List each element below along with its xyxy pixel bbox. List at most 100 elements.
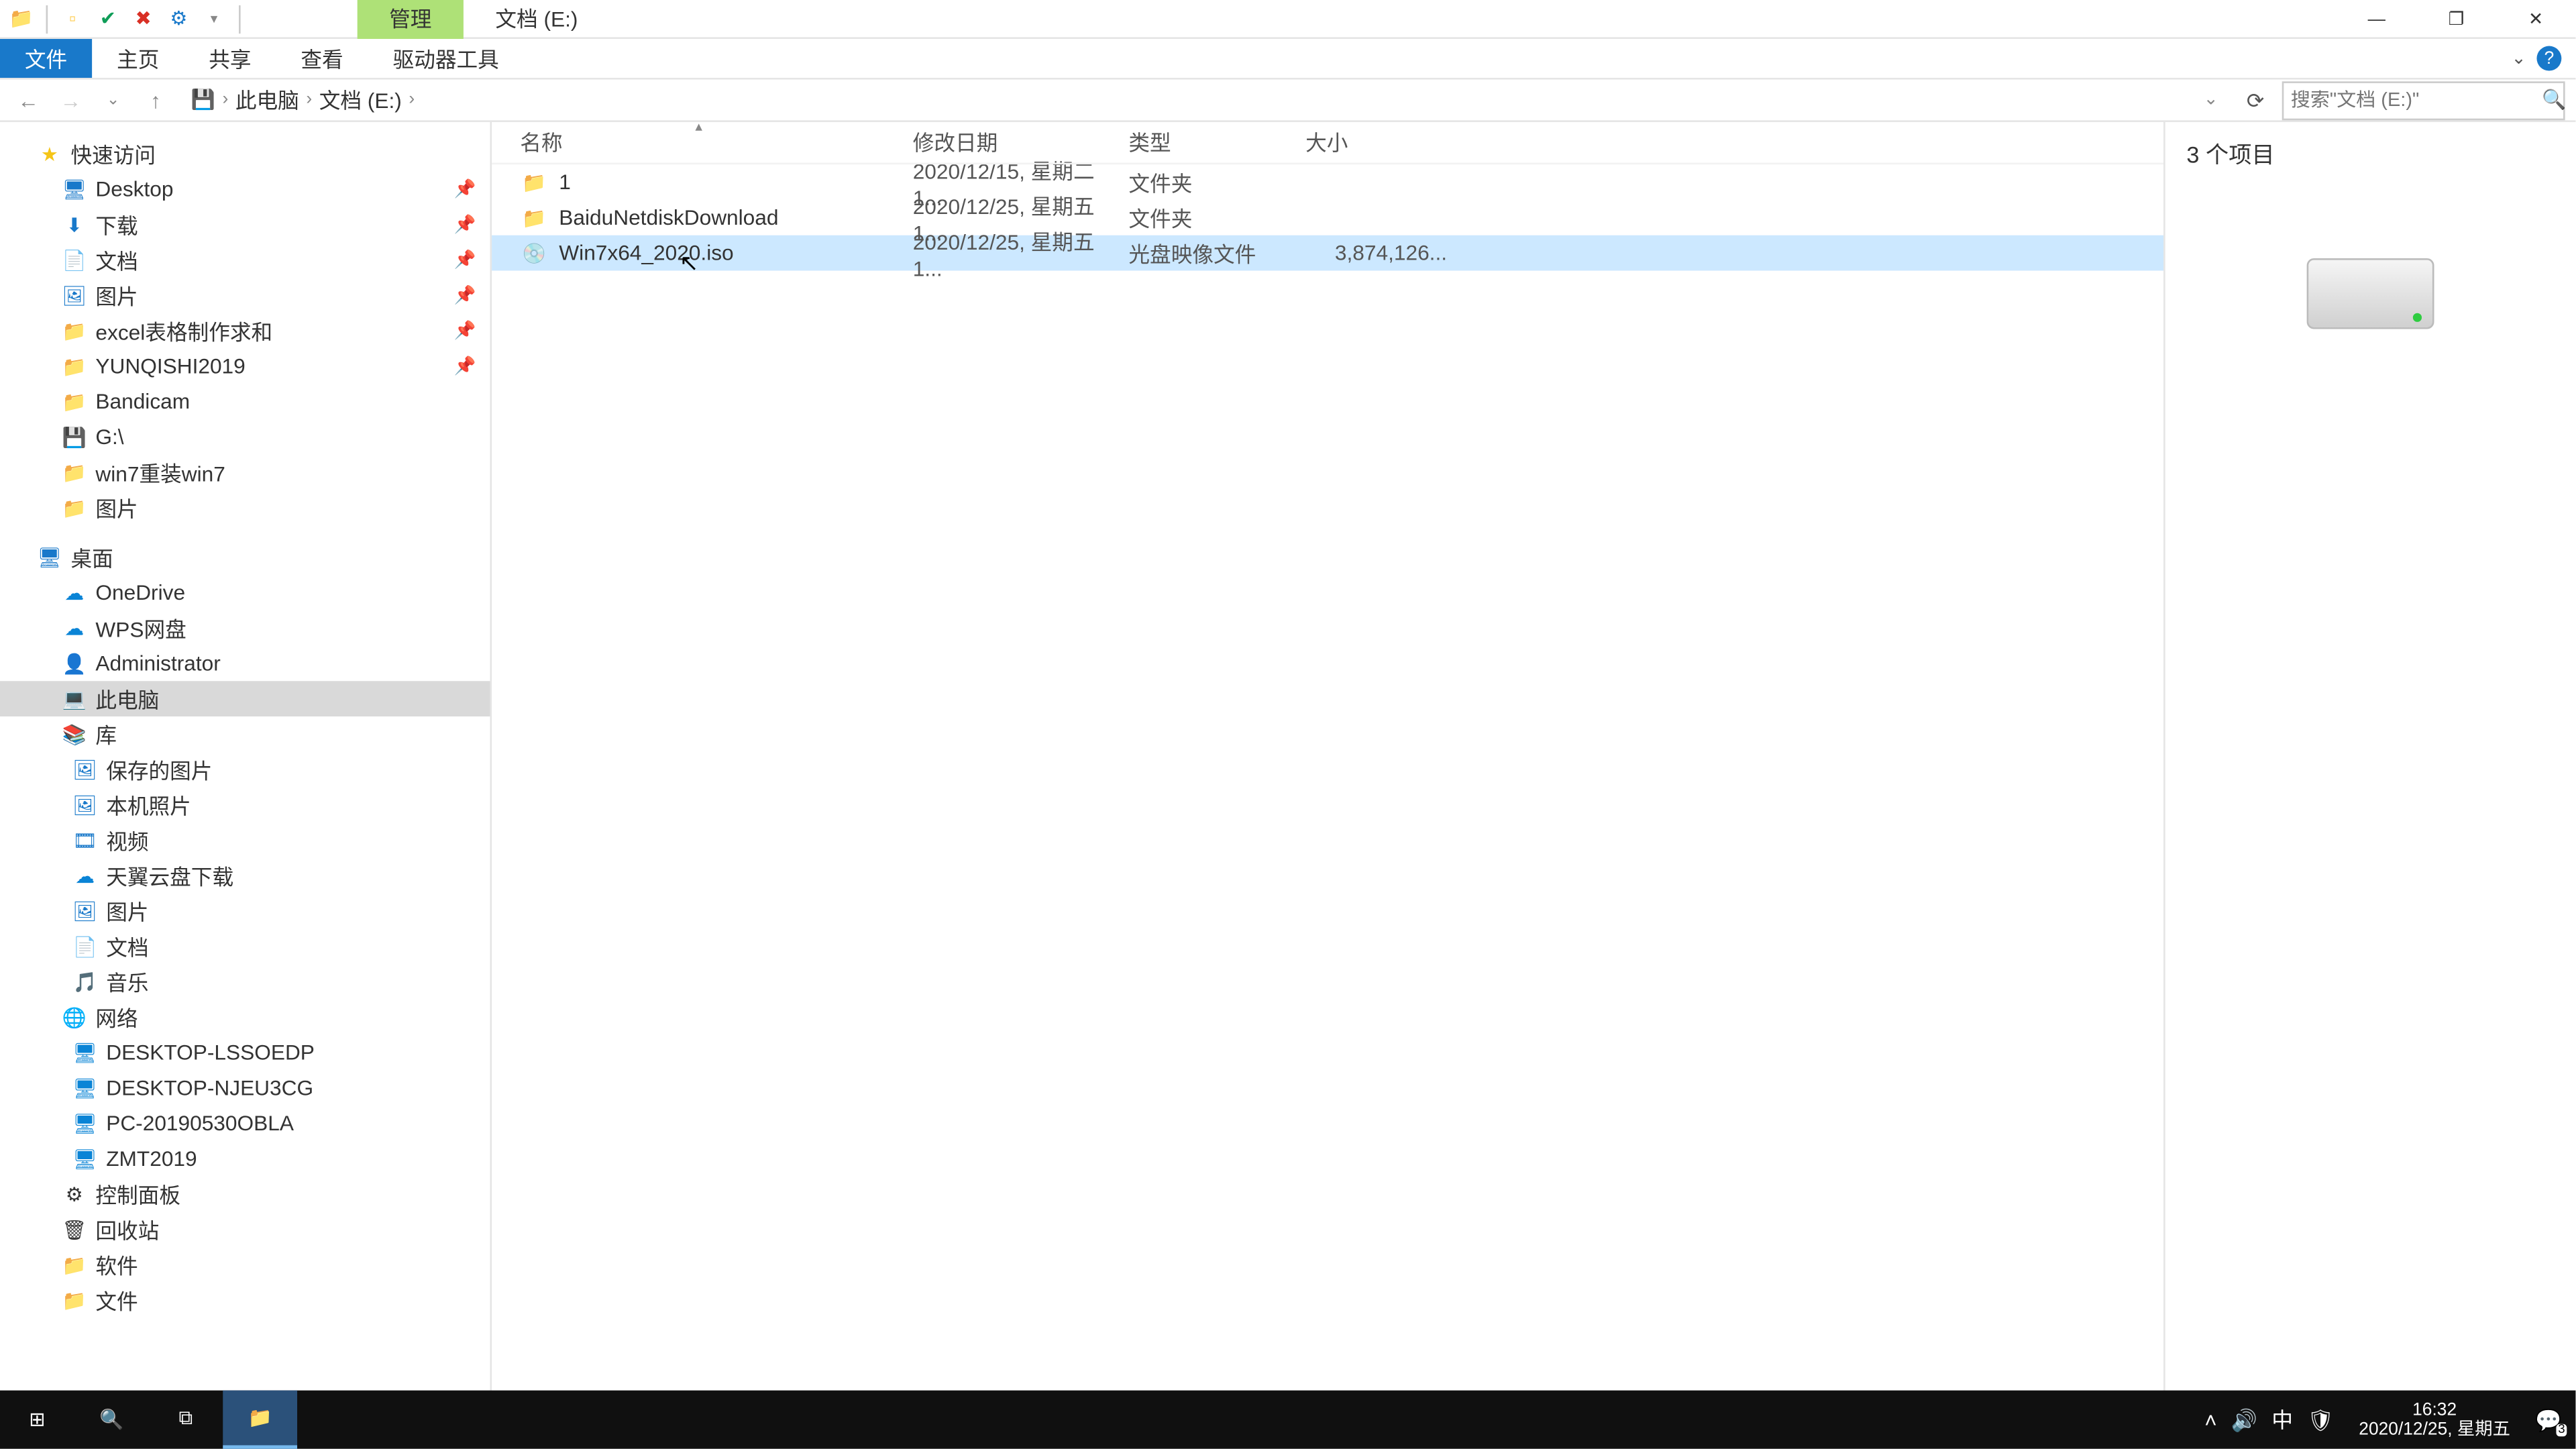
tree-item-tianyi[interactable]: ☁天翼云盘下载 <box>0 858 490 894</box>
tree-label: Bandicam <box>95 389 190 414</box>
qat-close-icon[interactable]: ✖ <box>129 5 158 33</box>
tree-item-pictures[interactable]: 🖼图片📌 <box>0 278 490 313</box>
tree-item-documents2[interactable]: 📄文档 <box>0 928 490 964</box>
start-button[interactable]: ⊞ <box>0 1391 74 1449</box>
tree-item-videos[interactable]: 🎞视频 <box>0 822 490 858</box>
search-button[interactable]: 🔍 <box>74 1391 149 1449</box>
notification-badge: 3 <box>2557 1423 2567 1435</box>
qat-dropdown-icon[interactable]: ▾ <box>200 5 228 33</box>
ribbon-tab-home[interactable]: 主页 <box>92 39 184 78</box>
taskbar-clock[interactable]: 16:32 2020/12/25, 星期五 <box>2348 1400 2520 1439</box>
search-input[interactable] <box>2291 89 2542 111</box>
taskbar: ⊞ 🔍 ⧉ 📁 ˄ 🔊 中 🛡 16:32 2020/12/25, 星期五 💬3 <box>0 1391 2575 1449</box>
search-box[interactable]: 🔍 <box>2282 80 2565 119</box>
drive-icon: 💾 <box>191 89 215 111</box>
ribbon-tab-view[interactable]: 查看 <box>276 39 368 78</box>
column-header-type[interactable]: 类型 <box>1128 127 1305 158</box>
tree-label: DESKTOP-LSSOEDP <box>106 1040 315 1065</box>
address-box[interactable]: 💾 › 此电脑 › 文档 (E:) › ⌄ <box>180 80 2229 119</box>
tree-item-network-pc1[interactable]: 🖥DESKTOP-LSSOEDP <box>0 1035 490 1071</box>
windows-icon: ⊞ <box>29 1408 45 1431</box>
tree-item-files[interactable]: 📁文件 <box>0 1283 490 1318</box>
search-icon[interactable]: 🔍 <box>2542 89 2566 111</box>
search-icon: 🔍 <box>99 1408 123 1431</box>
minimize-button[interactable]: — <box>2337 0 2416 39</box>
tree-item-network-pc2[interactable]: 🖥DESKTOP-NJEU3CG <box>0 1070 490 1106</box>
address-dropdown-icon[interactable]: ⌄ <box>2204 90 2218 109</box>
security-icon[interactable]: 🛡 <box>2307 1407 2334 1432</box>
tree-item-saved-pictures[interactable]: 🖼保存的图片 <box>0 752 490 788</box>
tree-item-desktop[interactable]: 🖥Desktop📌 <box>0 172 490 207</box>
forward-button[interactable]: → <box>53 83 89 118</box>
window-controls: — ❐ ✕ <box>2337 0 2575 39</box>
maximize-button[interactable]: ❐ <box>2416 0 2496 39</box>
column-header-size[interactable]: 大小 <box>1305 127 1447 158</box>
document-icon: 📄 <box>70 932 99 961</box>
folder-icon: 📁 <box>60 494 89 522</box>
tree-item-win7reinstall[interactable]: 📁win7重装win7 <box>0 455 490 490</box>
tree-item-network-pc3[interactable]: 🖥PC-20190530OBLA <box>0 1106 490 1141</box>
tree-item-control-panel[interactable]: ⚙控制面板 <box>0 1177 490 1212</box>
ribbon-tab-file[interactable]: 文件 <box>0 39 92 78</box>
task-view-button[interactable]: ⧉ <box>149 1391 223 1449</box>
tray-overflow-icon[interactable]: ˄ <box>2204 1407 2217 1432</box>
volume-icon[interactable]: 🔊 <box>2231 1407 2257 1432</box>
back-button[interactable]: ← <box>11 83 46 118</box>
tree-item-network[interactable]: 🌐网络 <box>0 1000 490 1035</box>
column-header-name[interactable]: 名称 <box>520 127 912 158</box>
system-tray: ˄ 🔊 中 🛡 16:32 2020/12/25, 星期五 💬3 <box>2190 1391 2575 1449</box>
tree-label: 天翼云盘下载 <box>106 861 233 891</box>
recent-locations-dropdown[interactable]: ⌄ <box>95 83 131 118</box>
tree-item-pictures2[interactable]: 📁图片 <box>0 490 490 525</box>
tree-item-downloads[interactable]: ⬇下载📌 <box>0 207 490 243</box>
file-row[interactable]: 📁 1 2020/12/15, 星期二 1... 文件夹 <box>492 164 2163 200</box>
ime-indicator[interactable]: 中 <box>2271 1405 2293 1435</box>
breadcrumb-this-pc[interactable]: 此电脑 <box>235 85 299 115</box>
tree-item-recycle-bin[interactable]: 🗑回收站 <box>0 1212 490 1247</box>
tree-item-yunqishi[interactable]: 📁YUNQISHI2019📌 <box>0 348 490 384</box>
tree-item-bandicam[interactable]: 📁Bandicam <box>0 384 490 419</box>
tree-desktop-root[interactable]: 🖥桌面 <box>0 539 490 575</box>
tree-item-onedrive[interactable]: ☁OneDrive <box>0 575 490 610</box>
tree-item-music[interactable]: 🎵音乐 <box>0 964 490 1000</box>
ribbon-tab-share[interactable]: 共享 <box>184 39 276 78</box>
folder-icon: 📁 <box>60 1286 89 1314</box>
ribbon-tab-drive-tools[interactable]: 驱动器工具 <box>368 39 524 78</box>
column-header-date[interactable]: 修改日期 <box>913 127 1129 158</box>
qat-folder-icon[interactable]: ▫ <box>58 5 87 33</box>
star-icon: ★ <box>36 140 64 168</box>
tree-quick-access[interactable]: ★ 快速访问 <box>0 136 490 172</box>
qat-check-icon[interactable]: ✔ <box>94 5 122 33</box>
tree-item-pictures3[interactable]: 🖼图片 <box>0 894 490 929</box>
tree-item-administrator[interactable]: 👤Administrator <box>0 646 490 682</box>
tree-item-libraries[interactable]: 📚库 <box>0 716 490 752</box>
up-button[interactable]: ↑ <box>138 83 174 118</box>
picture-icon: 🖼 <box>60 281 89 309</box>
tree-item-network-pc4[interactable]: 🖥ZMT2019 <box>0 1141 490 1177</box>
contextual-tab-manage[interactable]: 管理 <box>358 0 464 38</box>
help-icon[interactable]: ? <box>2536 46 2561 71</box>
tree-item-software[interactable]: 📁软件 <box>0 1247 490 1283</box>
tree-item-excel-folder[interactable]: 📁excel表格制作求和📌 <box>0 313 490 349</box>
download-icon: ⬇ <box>60 211 89 239</box>
tree-item-g-drive[interactable]: 💾G:\ <box>0 419 490 455</box>
tree-item-this-pc[interactable]: 💻此电脑 <box>0 681 490 716</box>
ribbon-expand-icon[interactable]: ⌄ <box>2512 49 2526 68</box>
file-row-selected[interactable]: 💿 Win7x64_2020.iso 2020/12/25, 星期五 1... … <box>492 235 2163 271</box>
taskbar-time: 16:32 <box>2359 1400 2510 1419</box>
tree-item-documents[interactable]: 📄文档📌 <box>0 242 490 278</box>
file-name: BaiduNetdiskDownload <box>559 205 912 230</box>
tree-item-wps[interactable]: ☁WPS网盘 <box>0 610 490 646</box>
file-row[interactable]: 📁 BaiduNetdiskDownload 2020/12/25, 星期五 1… <box>492 200 2163 235</box>
folder-icon: 📁 <box>60 1250 89 1279</box>
folder-icon: 📁 <box>520 168 548 197</box>
separator <box>46 5 48 33</box>
refresh-button[interactable]: ⟳ <box>2236 88 2275 113</box>
action-center-icon[interactable]: 💬3 <box>2535 1407 2561 1432</box>
taskbar-explorer[interactable]: 📁 <box>223 1391 297 1449</box>
tree-item-camera-roll[interactable]: 🖼本机照片 <box>0 787 490 822</box>
file-name: Win7x64_2020.iso <box>559 241 912 266</box>
breadcrumb-drive-e[interactable]: 文档 (E:) <box>319 85 402 115</box>
qat-settings-icon[interactable]: ⚙ <box>164 5 193 33</box>
close-button[interactable]: ✕ <box>2496 0 2576 39</box>
